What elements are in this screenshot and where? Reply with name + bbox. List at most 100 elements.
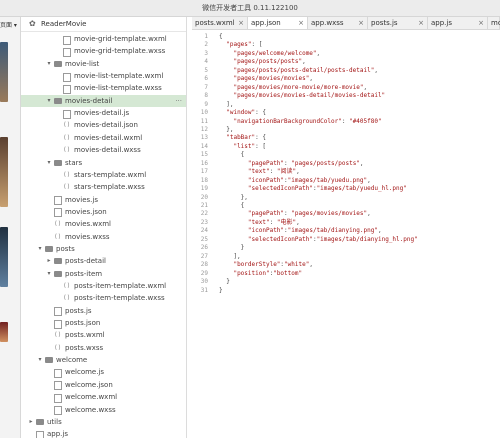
tree-folder[interactable]: ▸ posts-detail bbox=[21, 255, 186, 267]
chevron-down-icon[interactable]: ▾ bbox=[36, 243, 44, 255]
tree-file[interactable]: movie-grid-template.wxss bbox=[21, 45, 186, 57]
code-line[interactable]: ], bbox=[219, 101, 233, 110]
code-line[interactable]: "borderStyle":"white", bbox=[219, 261, 313, 270]
tree-folder[interactable]: ▾ welcome bbox=[21, 354, 186, 366]
code-line[interactable]: "pages/movies/more-movie/more-movie", bbox=[219, 84, 367, 93]
code-line[interactable]: "pages/welcome/welcome", bbox=[219, 50, 320, 59]
tree-file[interactable]: welcome.json bbox=[21, 379, 186, 391]
line-number: 10 bbox=[200, 109, 208, 117]
code-line[interactable]: "selectedIconPath":"images/tab/dianying_… bbox=[219, 236, 418, 245]
code-line[interactable]: }, bbox=[219, 194, 248, 203]
line-number: 12 bbox=[200, 125, 208, 133]
tab-movie[interactable]: movie bbox=[488, 17, 500, 29]
code-line[interactable]: "text": "阅读", bbox=[219, 168, 300, 177]
tree-folder[interactable]: ▾ posts-item bbox=[21, 268, 186, 280]
tree-folder[interactable]: ▸ utils bbox=[21, 416, 186, 428]
close-icon[interactable]: × bbox=[358, 17, 364, 29]
code-line[interactable]: "iconPath":"images/tab/dianying.png", bbox=[219, 227, 382, 236]
tree-file[interactable]: posts.js bbox=[21, 305, 186, 317]
code-line[interactable]: "text": "电影", bbox=[219, 219, 300, 228]
code-line[interactable]: } bbox=[219, 244, 245, 253]
tree-file[interactable]: ⟨⟩ movies-detail.wxml bbox=[21, 132, 186, 144]
tab-app-json[interactable]: app.json × bbox=[248, 17, 308, 29]
code-line[interactable]: "position":"bottom" bbox=[219, 270, 302, 279]
tree-file[interactable]: movies.js bbox=[21, 194, 186, 206]
chevron-right-icon[interactable]: ▸ bbox=[27, 416, 35, 428]
close-icon[interactable]: × bbox=[298, 17, 304, 29]
tree-file[interactable]: welcome.wxss bbox=[21, 404, 186, 416]
gear-icon[interactable]: ✿ bbox=[29, 17, 36, 31]
tree-file[interactable]: app.js bbox=[21, 428, 186, 438]
project-name: ReaderMovie bbox=[41, 20, 87, 28]
code-line[interactable]: "pages/posts/posts-detail/posts-detail", bbox=[219, 67, 378, 76]
chevron-down-icon[interactable]: ▾ bbox=[36, 354, 44, 366]
code-line[interactable]: { bbox=[219, 151, 245, 160]
code-line[interactable]: "list": [ bbox=[219, 143, 266, 152]
code-line[interactable]: { bbox=[219, 33, 223, 42]
code-line[interactable]: "pagePath": "pages/movies/movies", bbox=[219, 210, 371, 219]
code-line[interactable]: "navigationBarBackgroundColor": "#405f80… bbox=[219, 118, 381, 127]
tree-file[interactable]: movie-list-template.wxss bbox=[21, 82, 186, 94]
tree-file[interactable]: welcome.js bbox=[21, 366, 186, 378]
tree-file[interactable]: ⟨⟩ posts.wxml bbox=[21, 329, 186, 341]
code-file-icon: ⟨⟩ bbox=[63, 170, 71, 178]
code-editor[interactable]: posts.wxml × app.json × app.wxss × posts.js × ap… bbox=[192, 17, 500, 438]
tree-folder[interactable]: ▾ movie-list bbox=[21, 58, 186, 70]
close-icon[interactable]: × bbox=[478, 17, 484, 29]
tree-file[interactable]: ⟨⟩ posts-item-template.wxss bbox=[21, 292, 186, 304]
tab-app-js[interactable]: app.js × bbox=[428, 17, 488, 29]
tree-file[interactable]: posts.json bbox=[21, 317, 186, 329]
code-line[interactable]: "pagePath": "pages/posts/posts", bbox=[219, 160, 364, 169]
line-number: 6 bbox=[204, 75, 208, 83]
tree-file[interactable]: ⟨⟩ stars-template.wxss bbox=[21, 181, 186, 193]
line-number: 26 bbox=[200, 244, 208, 252]
tree-file[interactable]: welcome.wxml bbox=[21, 391, 186, 403]
tree-folder[interactable]: ▾ posts bbox=[21, 243, 186, 255]
tree-file[interactable]: ⟨⟩ posts.wxss bbox=[21, 342, 186, 354]
folder-icon bbox=[45, 245, 53, 252]
tree-file[interactable]: movies.json bbox=[21, 206, 186, 218]
chevron-down-icon[interactable]: ▾ bbox=[45, 157, 53, 169]
code-line[interactable]: "pages": [ bbox=[219, 41, 262, 50]
chevron-down-icon[interactable]: ▾ bbox=[45, 95, 53, 107]
chevron-down-icon[interactable]: ▾ bbox=[45, 268, 53, 280]
folder-icon bbox=[36, 418, 44, 425]
tree-file[interactable]: ⟨⟩ movies-detail.wxss bbox=[21, 144, 186, 156]
code-line[interactable]: } bbox=[219, 278, 230, 287]
code-line[interactable]: "pages/posts/posts", bbox=[219, 58, 305, 67]
tab-app-wxss[interactable]: app.wxss × bbox=[308, 17, 368, 29]
close-icon[interactable]: × bbox=[238, 17, 244, 29]
tree-file[interactable]: ⟨⟩ movies.wxml bbox=[21, 218, 186, 230]
tab-posts-js[interactable]: posts.js × bbox=[368, 17, 428, 29]
code-line[interactable]: } bbox=[219, 287, 223, 296]
tree-file[interactable]: movie-list-template.wxml bbox=[21, 70, 186, 82]
line-number: 29 bbox=[200, 269, 208, 277]
tree-item-label: posts-item-template.wxml bbox=[74, 282, 167, 290]
code-line[interactable]: "tabBar": { bbox=[219, 134, 266, 143]
more-options-icon[interactable]: ··· bbox=[175, 95, 182, 107]
code-line[interactable]: "window": { bbox=[219, 109, 266, 118]
code-line[interactable]: "selectedIconPath":"images/tab/yuedu_hl.… bbox=[219, 185, 407, 194]
tree-folder[interactable]: ▾ stars bbox=[21, 157, 186, 169]
tree-file[interactable]: movie-grid-template.wxml bbox=[21, 33, 186, 45]
tree-file[interactable]: ⟨⟩ movies.wxss bbox=[21, 231, 186, 243]
code-line[interactable]: }, bbox=[219, 126, 233, 135]
line-number: 19 bbox=[200, 185, 208, 193]
folder-icon bbox=[54, 270, 62, 277]
tree-file[interactable]: movies-detail.js bbox=[21, 107, 186, 119]
chevron-right-icon[interactable]: ▸ bbox=[45, 255, 53, 267]
tree-file[interactable]: ⟨⟩ movies-detail.json bbox=[21, 119, 186, 131]
line-number: 17 bbox=[200, 168, 208, 176]
code-line[interactable]: "pages/movies/movies", bbox=[219, 75, 312, 84]
code-line[interactable]: ], bbox=[219, 253, 240, 262]
code-line[interactable]: "iconPath":"images/tab/yuedu.png", bbox=[219, 177, 371, 186]
tree-file[interactable]: ⟨⟩ posts-item-template.wxml bbox=[21, 280, 186, 292]
chevron-down-icon[interactable]: ▾ bbox=[45, 58, 53, 70]
tree-file[interactable]: ⟨⟩ stars-template.wxml bbox=[21, 169, 186, 181]
page-selector-label[interactable]: 页面 ▾ bbox=[0, 20, 17, 29]
code-line[interactable]: { bbox=[219, 202, 245, 211]
tree-folder[interactable]: ▾ movies-detail ··· bbox=[21, 94, 186, 108]
code-line[interactable]: "pages/movies/movies-detail/movies-detai… bbox=[219, 92, 385, 101]
close-icon[interactable]: × bbox=[418, 17, 424, 29]
tab-posts-wxml[interactable]: posts.wxml × bbox=[192, 17, 248, 29]
